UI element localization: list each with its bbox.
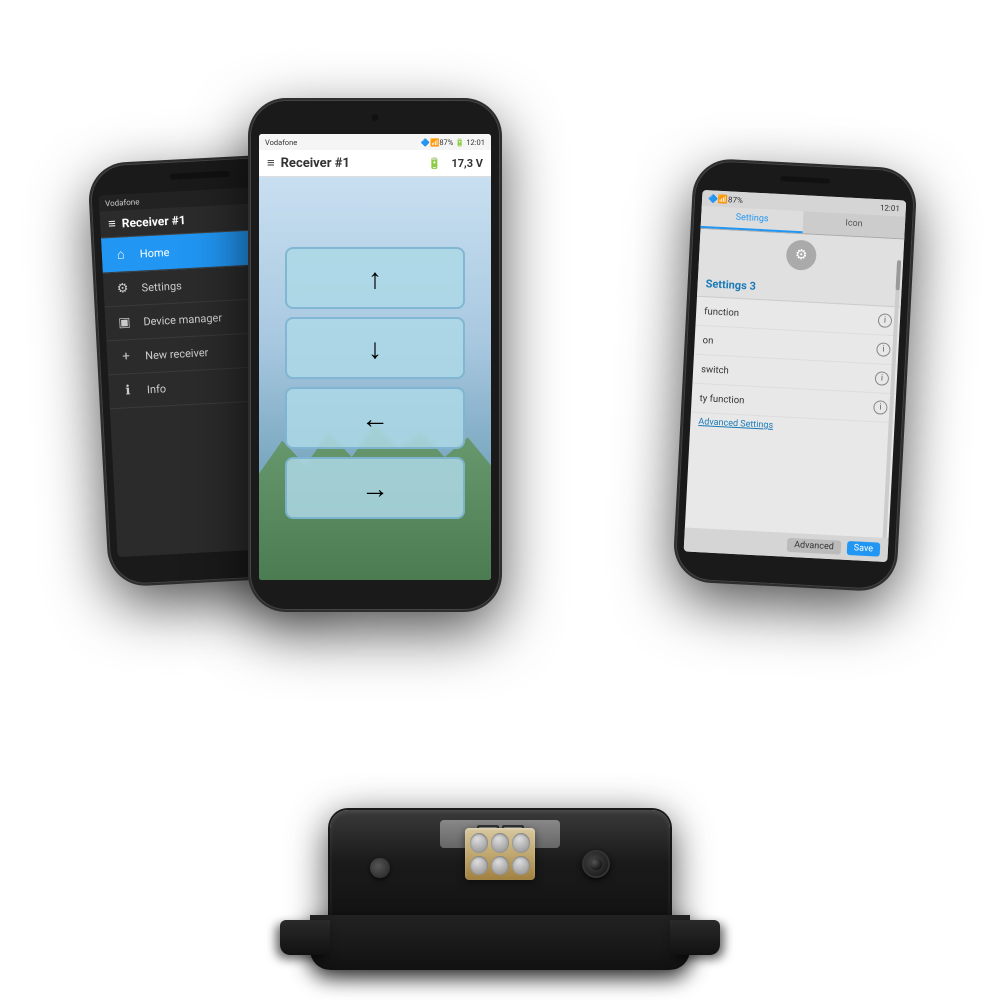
bottom-action-bar: Advanced Save (684, 527, 889, 562)
nav-label-settings: Settings (141, 279, 182, 294)
settings-icon-circle: ⚙ (786, 239, 818, 271)
connector-pin-4 (470, 856, 488, 876)
device-mount-right (670, 920, 720, 955)
settings-icon: ⚙ (113, 281, 132, 297)
phone-left-notch (170, 171, 230, 180)
phone-center-status-bar: Vodafone 🔷📶87% 🔋 12:01 (259, 134, 491, 150)
connector-pin-3 (512, 833, 530, 853)
time-right: 12:01 (880, 203, 900, 213)
carrier-left: Vodafone (105, 197, 140, 208)
arrow-up-button[interactable]: ↑ (285, 247, 465, 309)
nav-label-info: Info (147, 382, 167, 396)
device-left-bump (370, 858, 390, 878)
main-scene: Vodafone 🔷📶87% ≡ Receiver #1 🔋 ⌂ Home ⚙ … (0, 0, 1000, 1000)
settings-label-function: function (704, 306, 739, 319)
phone-center: Vodafone 🔷📶87% 🔋 12:01 ≡ Receiver #1 🔋 1… (250, 100, 500, 610)
connector-pin-1 (470, 833, 488, 853)
info-icon-switch[interactable]: i (875, 371, 890, 386)
info-icon-on[interactable]: i (876, 342, 891, 357)
add-icon: + (117, 349, 136, 365)
phone-center-screen: Vodafone 🔷📶87% 🔋 12:01 ≡ Receiver #1 🔋 1… (259, 134, 491, 580)
hamburger-icon-center: ≡ (267, 155, 275, 171)
device-base (310, 915, 690, 970)
carrier-center: Vodafone (265, 138, 297, 147)
connector-pin-2 (491, 833, 509, 853)
status-icons-center: 🔷📶87% 🔋 12:01 (421, 138, 485, 147)
nav-label-device-manager: Device manager (143, 311, 222, 328)
nav-label-home: Home (139, 245, 169, 260)
info-icon-left: ℹ (119, 383, 138, 399)
settings-label-safety: ty function (699, 393, 744, 406)
phone-right-notch (780, 176, 830, 184)
arrow-left-button[interactable]: ← (285, 387, 465, 449)
connector-pin-6 (512, 856, 530, 876)
hardware-device (300, 690, 700, 970)
phone-center-camera (372, 114, 379, 121)
advanced-button[interactable]: Advanced (787, 538, 841, 555)
home-icon: ⌂ (111, 246, 130, 263)
phone-right-screen: 🔷📶87% 12:01 Settings Icon ⚙ Settings 3 f… (684, 190, 907, 562)
info-icon-function[interactable]: i (878, 313, 893, 328)
settings-label-on: on (702, 335, 713, 347)
status-icons-right: 🔷📶87% (708, 194, 743, 205)
arrow-buttons-container: ↑ ↓ ← → (259, 177, 491, 580)
arrow-control-screen: ↑ ↓ ← → (259, 177, 491, 580)
voltage-display: 17,3 V (451, 157, 483, 170)
save-button[interactable]: Save (846, 541, 880, 557)
bottom-buttons: Advanced Save (787, 538, 881, 557)
device-mount-left (280, 920, 330, 955)
connector-pin-5 (491, 856, 509, 876)
phone-left-title: Receiver #1 (121, 213, 186, 230)
phone-center-header[interactable]: ≡ Receiver #1 🔋 17,3 V (259, 150, 491, 177)
device-manager-icon: ▣ (115, 315, 134, 331)
device-camera-lens (582, 850, 610, 878)
phone-right: 🔷📶87% 12:01 Settings Icon ⚙ Settings 3 f… (674, 160, 916, 591)
info-icon-safety[interactable]: i (873, 400, 888, 415)
hamburger-icon-left[interactable]: ≡ (108, 216, 116, 232)
phone-center-title: Receiver #1 (281, 156, 350, 171)
device-connector (465, 828, 535, 880)
nav-label-new-receiver: New receiver (145, 346, 209, 362)
arrow-right-button[interactable]: → (285, 457, 465, 519)
settings-label-switch: switch (701, 364, 729, 376)
arrow-down-button[interactable]: ↓ (285, 317, 465, 379)
battery-icon-center: 🔋 (428, 157, 442, 170)
